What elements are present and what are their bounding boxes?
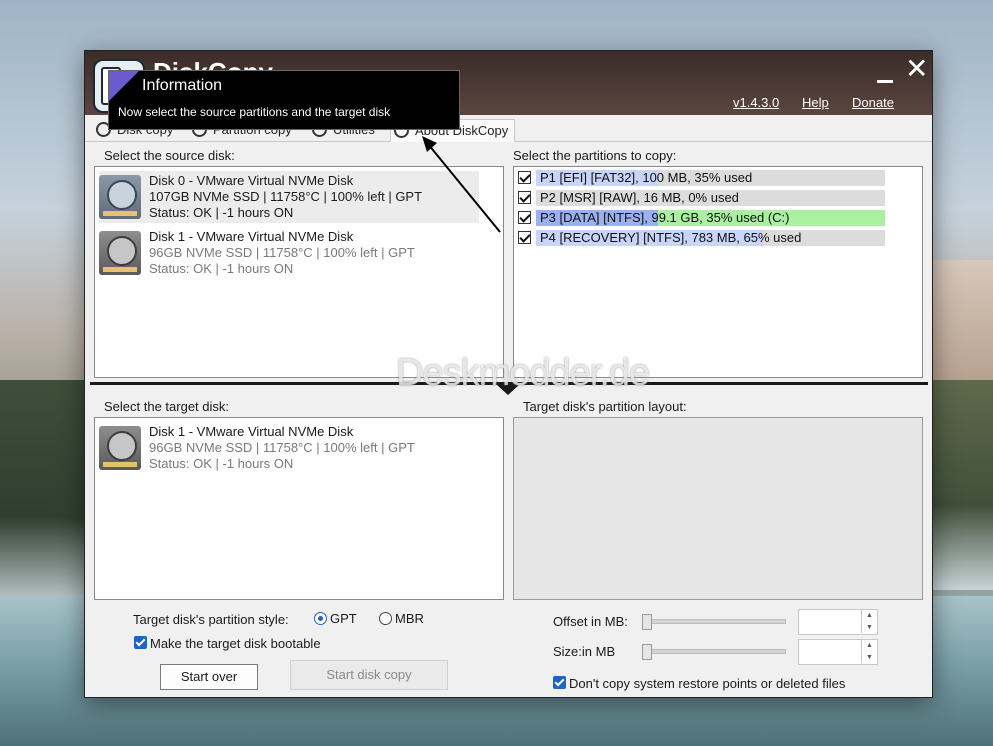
partition-label: P3 [DATA] [NTFS], 99.1 GB, 35% used (C:)	[540, 210, 790, 225]
spin-down-icon[interactable]: ▼	[861, 622, 877, 633]
drive-icon	[99, 426, 141, 470]
drive-icon	[99, 175, 141, 219]
partition-row[interactable]: P4 [RECOVERY] [NTFS], 783 MB, 65% used	[518, 230, 885, 246]
start-over-button[interactable]: Start over	[160, 664, 258, 690]
target-disk-list[interactable]: Disk 1 - VMware Virtual NVMe Disk 96GB N…	[94, 417, 504, 600]
close-button[interactable]: ✕	[905, 55, 928, 83]
watermark: Deskmodder.de	[396, 352, 650, 394]
source-disk-item[interactable]: Disk 1 - VMware Virtual NVMe Disk 96GB N…	[99, 227, 479, 279]
target-disk-label: Select the target disk:	[104, 399, 230, 414]
source-disk-item[interactable]: Disk 0 - VMware Virtual NVMe Disk 107GB …	[99, 171, 479, 223]
disk-status: Status: OK | -1 hours ON	[149, 261, 294, 276]
spin-up-icon[interactable]: ▲	[861, 610, 877, 621]
no-restore-checkbox[interactable]	[553, 676, 566, 689]
tooltip-title: Information	[142, 77, 223, 94]
partition-label: P2 [MSR] [RAW], 16 MB, 0% used	[540, 190, 739, 205]
spin-up-icon[interactable]: ▲	[861, 640, 877, 651]
target-disk-item[interactable]: Disk 1 - VMware Virtual NVMe Disk 96GB N…	[99, 422, 479, 474]
version-link[interactable]: v1.4.3.0	[733, 95, 779, 110]
partition-row[interactable]: P1 [EFI] [FAT32], 100 MB, 35% used	[518, 170, 885, 186]
disk-title: Disk 1 - VMware Virtual NVMe Disk	[149, 229, 354, 244]
donate-link[interactable]: Donate	[852, 95, 894, 110]
partitions-label: Select the partitions to copy:	[513, 148, 677, 163]
drive-icon	[99, 231, 141, 275]
size-input[interactable]: ▲ ▼	[798, 639, 878, 665]
no-restore-label: Don't copy system restore points or dele…	[569, 676, 846, 691]
bootable-label: Make the target disk bootable	[150, 636, 321, 651]
bootable-checkbox[interactable]	[134, 636, 147, 649]
offset-slider[interactable]	[642, 614, 786, 630]
minimize-button[interactable]	[875, 65, 895, 85]
help-link[interactable]: Help	[802, 95, 829, 110]
start-disk-copy-button[interactable]: Start disk copy	[290, 660, 448, 690]
size-label: Size:in MB	[553, 644, 616, 659]
partition-checkbox[interactable]	[518, 191, 531, 204]
size-slider[interactable]	[642, 644, 786, 660]
slider-thumb[interactable]	[642, 614, 652, 630]
mbr-label: MBR	[395, 611, 424, 626]
partition-row[interactable]: P2 [MSR] [RAW], 16 MB, 0% used	[518, 190, 885, 206]
disk-status: Status: OK | -1 hours ON	[149, 205, 294, 220]
target-layout-panel	[513, 417, 923, 600]
background-hill	[923, 260, 993, 390]
partition-checkbox[interactable]	[518, 231, 531, 244]
partition-style-label: Target disk's partition style:	[133, 612, 289, 627]
partition-label: P1 [EFI] [FAT32], 100 MB, 35% used	[540, 170, 753, 185]
gpt-radio[interactable]	[314, 612, 327, 625]
info-tooltip: Information Now select the source partit…	[108, 70, 460, 130]
slider-thumb[interactable]	[642, 644, 652, 660]
partition-checkbox[interactable]	[518, 171, 531, 184]
spin-down-icon[interactable]: ▼	[861, 652, 877, 663]
gpt-label: GPT	[330, 611, 357, 626]
partition-row[interactable]: P3 [DATA] [NTFS], 99.1 GB, 35% used (C:)	[518, 210, 885, 226]
disk-spec: 96GB NVMe SSD | 11758°C | 100% left | GP…	[149, 245, 415, 260]
tooltip-corner-icon	[109, 71, 139, 101]
target-layout-label: Target disk's partition layout:	[523, 399, 687, 414]
disk-title: Disk 1 - VMware Virtual NVMe Disk	[149, 424, 354, 439]
disk-title: Disk 0 - VMware Virtual NVMe Disk	[149, 173, 354, 188]
partition-list[interactable]: P1 [EFI] [FAT32], 100 MB, 35% used P2 [M…	[513, 166, 923, 378]
disk-spec: 96GB NVMe SSD | 11758°C | 100% left | GP…	[149, 440, 415, 455]
source-disk-list[interactable]: Disk 0 - VMware Virtual NVMe Disk 107GB …	[94, 166, 504, 378]
source-disk-label: Select the source disk:	[104, 148, 235, 163]
disk-spec: 107GB NVMe SSD | 11758°C | 100% left | G…	[149, 189, 423, 204]
disk-status: Status: OK | -1 hours ON	[149, 456, 294, 471]
partition-checkbox[interactable]	[518, 211, 531, 224]
offset-input[interactable]: ▲ ▼	[798, 609, 878, 635]
mbr-radio[interactable]	[379, 612, 392, 625]
background-trees-right	[928, 380, 993, 590]
offset-label: Offset in MB:	[553, 614, 628, 629]
tooltip-body: Now select the source partitions and the…	[118, 105, 391, 119]
partition-label: P4 [RECOVERY] [NTFS], 783 MB, 65% used	[540, 230, 802, 245]
background-trees-left	[0, 380, 90, 610]
